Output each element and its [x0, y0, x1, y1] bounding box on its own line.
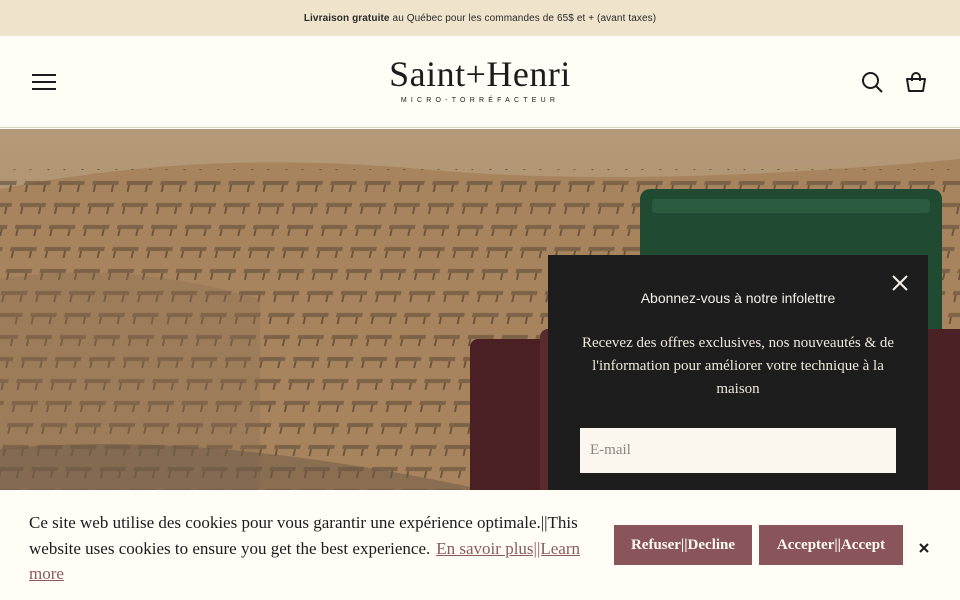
announcement-text: au Québec pour les commandes de 65$ et +… — [392, 12, 657, 24]
cookie-message: Ce site web utilise des cookies pour vou… — [29, 510, 589, 587]
email-field[interactable] — [580, 428, 896, 473]
cart-icon[interactable] — [904, 70, 928, 94]
site-logo[interactable]: Saint+Henri MICRO-TORRÉFACTEUR — [380, 56, 580, 108]
menu-icon[interactable] — [32, 74, 56, 92]
logo-tagline: MICRO-TORRÉFACTEUR — [400, 97, 560, 104]
cookie-close-icon[interactable] — [916, 540, 932, 556]
site-header: Saint+Henri MICRO-TORRÉFACTEUR — [0, 36, 960, 128]
popup-description: Recevez des offres exclusives, nos nouve… — [581, 335, 895, 397]
popup-title: Abonnez-vous à notre infolettre — [640, 290, 836, 306]
accept-button[interactable]: Accepter||Accept — [759, 525, 903, 565]
logo-wordmark: Saint+Henri — [389, 54, 571, 94]
decline-button[interactable]: Refuser||Decline — [614, 525, 752, 565]
announcement-bold: Livraison gratuite — [303, 12, 390, 24]
search-icon[interactable] — [860, 70, 884, 94]
announcement-bar: Livraison gratuite au Québec pour les co… — [0, 0, 960, 36]
